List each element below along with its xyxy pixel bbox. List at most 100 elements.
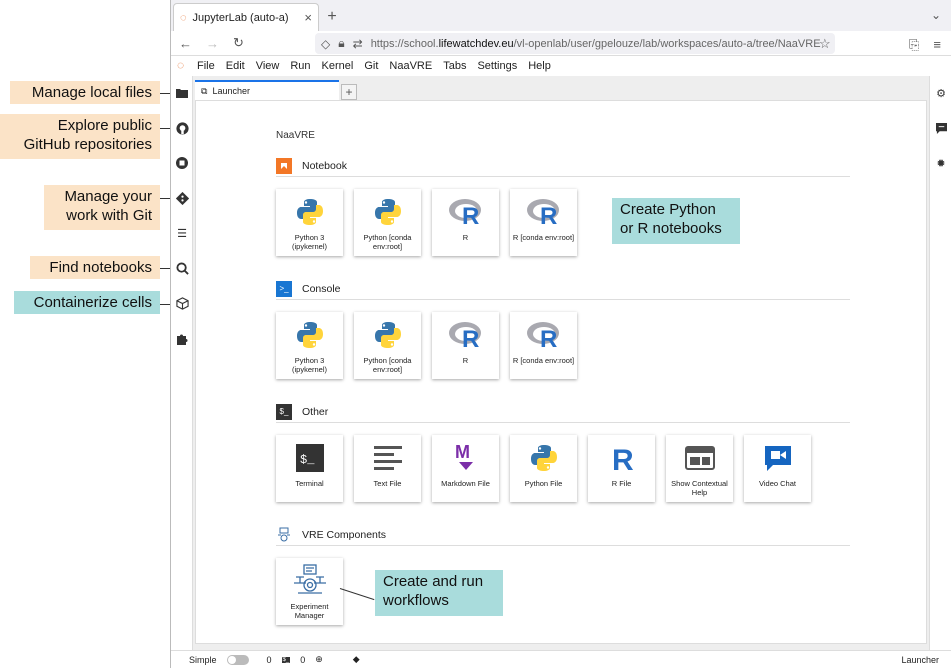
browser-tab-bar: ◌ JupyterLab (auto-a) × + ⌄ bbox=[171, 0, 951, 31]
menu-help[interactable]: Help bbox=[528, 60, 551, 72]
app-menu-icon[interactable]: ≡ bbox=[933, 37, 941, 53]
kernel-icon: ⊕ bbox=[315, 654, 323, 664]
menu-view[interactable]: View bbox=[256, 60, 280, 72]
menu-kernel[interactable]: Kernel bbox=[322, 60, 354, 72]
browser-tab[interactable]: ◌ JupyterLab (auto-a) × bbox=[173, 3, 319, 31]
console-card[interactable]: Python 3 (ipykernel) bbox=[276, 312, 343, 379]
forward-icon[interactable]: → bbox=[206, 36, 219, 51]
status-bar: Simple 0 $_ 0 ⊕ ◆ Launcher bbox=[171, 650, 951, 668]
other-card[interactable]: Video Chat bbox=[744, 435, 811, 502]
menu-tabs[interactable]: Tabs bbox=[443, 60, 466, 72]
vre-card-icon bbox=[292, 560, 328, 602]
console-section-icon: >_ bbox=[276, 280, 292, 297]
extensions-puzzle-icon[interactable] bbox=[174, 331, 190, 347]
section-console-label: Console bbox=[302, 282, 341, 295]
comment-icon[interactable] bbox=[933, 120, 949, 136]
notebook-card-icon: R bbox=[448, 191, 484, 233]
extensions-icon[interactable]: ⎘ bbox=[909, 37, 919, 53]
back-icon[interactable]: ← bbox=[179, 36, 192, 51]
other-card-label: Video Chat bbox=[759, 479, 796, 488]
menu-naavre[interactable]: NaaVRE bbox=[389, 60, 432, 72]
section-other: $_ Other bbox=[276, 401, 850, 423]
menu-bar: File Edit View Run Kernel Git NaaVRE Tab… bbox=[171, 57, 951, 75]
find-notebooks-icon[interactable] bbox=[174, 260, 190, 276]
git-status-icon[interactable]: ◆ bbox=[353, 654, 360, 665]
console-card-icon bbox=[295, 314, 325, 356]
simple-mode-toggle[interactable] bbox=[226, 654, 249, 665]
menu-edit[interactable]: Edit bbox=[226, 60, 245, 72]
kernel-count: 0 bbox=[300, 654, 306, 665]
left-sidebar: ☰ bbox=[171, 76, 193, 650]
other-card-label: Terminal bbox=[295, 479, 324, 488]
menu-run[interactable]: Run bbox=[290, 60, 310, 72]
browser-tab-title: JupyterLab (auto-a) bbox=[192, 11, 289, 24]
vre-card-label: Experiment Manager bbox=[290, 602, 329, 620]
tab-list-chevron-icon[interactable]: ⌄ bbox=[931, 8, 941, 22]
notebook-card-label: Python 3 (ipykernel) bbox=[291, 233, 327, 251]
console-card-icon: R bbox=[448, 314, 484, 356]
tab-launcher-label: Launcher bbox=[212, 86, 250, 96]
svg-text:R: R bbox=[462, 326, 479, 350]
other-card-icon: M bbox=[454, 437, 478, 479]
svg-text:R: R bbox=[540, 203, 557, 227]
svg-text:$_: $_ bbox=[300, 453, 315, 467]
add-launcher-button[interactable]: + bbox=[341, 84, 357, 100]
section-vre-label: VRE Components bbox=[302, 528, 387, 541]
section-notebook-label: Notebook bbox=[302, 159, 347, 172]
new-tab-button[interactable]: + bbox=[319, 3, 345, 31]
other-card[interactable]: R R File bbox=[588, 435, 655, 502]
svg-text:R: R bbox=[462, 203, 479, 227]
url-host: lifewatchdev.eu bbox=[438, 37, 514, 50]
git-icon[interactable] bbox=[174, 190, 190, 206]
bookmark-star-icon[interactable]: ☆ bbox=[819, 36, 831, 52]
other-card-label: Python File bbox=[524, 479, 563, 488]
reload-icon[interactable]: ↻ bbox=[233, 35, 244, 51]
containerize-cells-icon[interactable] bbox=[174, 295, 190, 311]
other-card[interactable]: M Markdown File bbox=[432, 435, 499, 502]
callout-create-workflows: Create and run workflows bbox=[375, 570, 503, 616]
svg-text:R: R bbox=[540, 326, 557, 350]
property-inspector-icon[interactable]: ⚙ bbox=[933, 85, 949, 101]
menu-git[interactable]: Git bbox=[364, 60, 378, 72]
menu-settings[interactable]: Settings bbox=[477, 60, 517, 72]
section-notebook: Notebook bbox=[276, 155, 850, 177]
status-launcher-label: Launcher bbox=[901, 655, 939, 665]
dock-tabbar: ⧉ Launcher + bbox=[195, 80, 927, 100]
other-card[interactable]: Python File bbox=[510, 435, 577, 502]
notebook-card[interactable]: RR bbox=[432, 189, 499, 256]
github-icon[interactable] bbox=[174, 120, 190, 136]
url-bar[interactable]: ◇ 🔒︎ ⇄ https://school.lifewatchdev.eu/vl… bbox=[315, 33, 835, 54]
main-dock-area: ⧉ Launcher + NaaVRE Notebook >_ Console bbox=[193, 76, 929, 650]
console-card-icon: R bbox=[526, 314, 562, 356]
section-console: >_ Console bbox=[276, 278, 850, 300]
other-card[interactable]: Show Contextual Help bbox=[666, 435, 733, 502]
menu-file[interactable]: File bbox=[197, 60, 215, 72]
notebook-card-label: Python [conda env:root] bbox=[363, 233, 412, 251]
other-card[interactable]: Text File bbox=[354, 435, 421, 502]
notebook-card-icon bbox=[373, 191, 403, 233]
running-kernels-icon[interactable] bbox=[174, 155, 190, 171]
console-card-icon bbox=[373, 314, 403, 356]
other-card-label: Show Contextual Help bbox=[671, 479, 728, 497]
debugger-bug-icon[interactable]: ✹ bbox=[933, 155, 949, 171]
close-tab-icon[interactable]: × bbox=[304, 10, 312, 25]
vre-card[interactable]: Experiment Manager bbox=[276, 558, 343, 625]
notebook-card-icon: R bbox=[526, 191, 562, 233]
simple-mode-label: Simple bbox=[189, 654, 217, 665]
notebook-card-label: R [conda env:root] bbox=[512, 233, 575, 242]
notebook-card-label: R bbox=[462, 233, 469, 242]
console-card-label: R bbox=[462, 356, 469, 365]
svg-text:R: R bbox=[612, 444, 634, 474]
notebook-card[interactable]: Python [conda env:root] bbox=[354, 189, 421, 256]
table-of-contents-icon[interactable]: ☰ bbox=[174, 225, 190, 241]
other-card-icon bbox=[763, 437, 793, 479]
notebook-card[interactable]: Python 3 (ipykernel) bbox=[276, 189, 343, 256]
other-card[interactable]: $_ Terminal bbox=[276, 435, 343, 502]
console-card-label: Python 3 (ipykernel) bbox=[291, 356, 327, 374]
folder-icon[interactable] bbox=[174, 85, 190, 101]
console-card[interactable]: R R [conda env:root] bbox=[510, 312, 577, 379]
console-card[interactable]: Python [conda env:root] bbox=[354, 312, 421, 379]
notebook-card[interactable]: R R [conda env:root] bbox=[510, 189, 577, 256]
tab-launcher[interactable]: ⧉ Launcher bbox=[195, 80, 339, 100]
console-card[interactable]: RR bbox=[432, 312, 499, 379]
